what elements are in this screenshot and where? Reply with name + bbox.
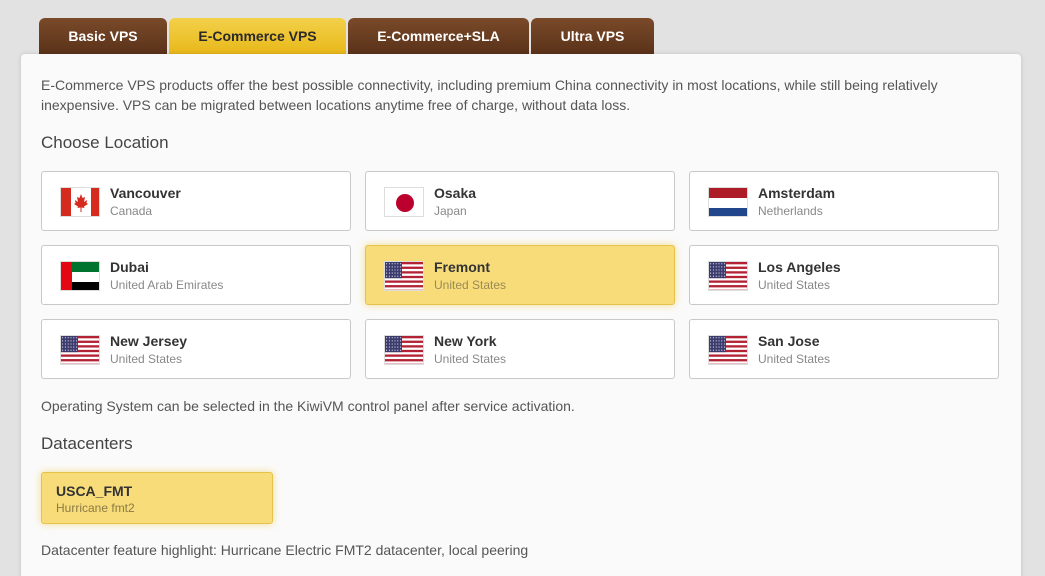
location-city: Osaka (434, 185, 477, 201)
usa-flag-icon (384, 335, 424, 365)
os-note: Operating System can be selected in the … (41, 398, 575, 414)
product-description: E-Commerce VPS products offer the best p… (41, 77, 938, 113)
location-country: United States (110, 352, 183, 366)
product-panel: E-Commerce VPS products offer the best p… (21, 54, 1021, 576)
canada-flag-icon (60, 187, 100, 217)
datacenters-heading: Datacenters (41, 434, 133, 453)
location-city: New Jersey (110, 333, 188, 349)
location-country: Japan (434, 204, 467, 218)
location-card-amsterdam[interactable]: Amsterdam Netherlands (689, 171, 999, 231)
location-card-new-jersey[interactable]: New Jersey United States (41, 319, 351, 379)
location-country: United States (434, 352, 507, 366)
location-city: Amsterdam (758, 185, 836, 201)
usa-flag-icon (60, 335, 100, 365)
location-country: United States (758, 352, 831, 366)
location-city: Vancouver (110, 185, 181, 201)
japan-flag-icon (384, 187, 424, 217)
tab-ecommerce-vps[interactable]: E-Commerce VPS (169, 18, 346, 54)
location-grid: Vancouver Canada Osaka Japan Amsterdam N… (41, 171, 999, 379)
location-country: United States (434, 278, 507, 292)
location-card-new-york[interactable]: New York United States (365, 319, 675, 379)
location-card-osaka[interactable]: Osaka Japan (365, 171, 675, 231)
usa-flag-icon (708, 261, 748, 291)
location-country: United Arab Emirates (110, 278, 224, 292)
location-city: Los Angeles (758, 259, 841, 275)
tab-ecommerce-sla[interactable]: E-Commerce+SLA (348, 18, 529, 54)
datacenter-card-usca-fmt[interactable]: USCA_FMT Hurricane fmt2 (41, 472, 273, 524)
location-city: Fremont (434, 259, 490, 275)
datacenter-sub: Hurricane fmt2 (56, 501, 135, 515)
location-card-fremont[interactable]: Fremont United States (365, 245, 675, 305)
datacenter-note: Datacenter feature highlight: Hurricane … (41, 542, 529, 558)
tab-ultra-vps[interactable]: Ultra VPS (531, 18, 654, 54)
location-country: Netherlands (758, 204, 823, 218)
usa-flag-icon (384, 261, 424, 291)
location-card-dubai[interactable]: Dubai United Arab Emirates (41, 245, 351, 305)
location-country: Canada (110, 204, 153, 218)
usa-flag-icon (708, 335, 748, 365)
location-card-san-jose[interactable]: San Jose United States (689, 319, 999, 379)
location-city: New York (434, 333, 497, 349)
location-card-los-angeles[interactable]: Los Angeles United States (689, 245, 999, 305)
tab-basic-vps[interactable]: Basic VPS (39, 18, 167, 54)
uae-flag-icon (60, 261, 100, 291)
location-country: United States (758, 278, 831, 292)
datacenter-name: USCA_FMT (56, 483, 133, 499)
location-city: San Jose (758, 333, 820, 349)
choose-location-heading: Choose Location (41, 133, 169, 152)
product-tabs: Basic VPS E-Commerce VPS E-Commerce+SLA … (39, 18, 654, 54)
netherlands-flag-icon (708, 187, 748, 217)
location-city: Dubai (110, 259, 149, 275)
location-card-vancouver[interactable]: Vancouver Canada (41, 171, 351, 231)
